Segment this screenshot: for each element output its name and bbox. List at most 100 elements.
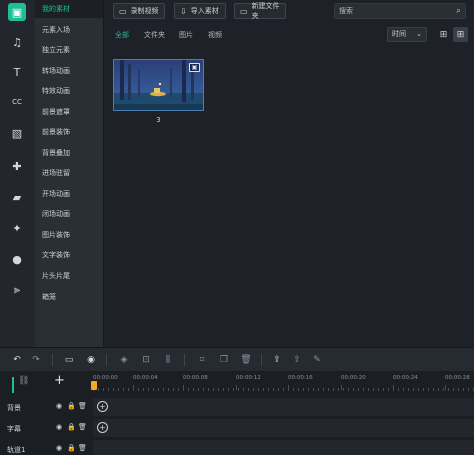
media-thumbnail[interactable]: ▣ xyxy=(113,59,204,111)
filter-icon[interactable]: ▧ xyxy=(8,124,26,142)
menu-item[interactable]: 元素入场 xyxy=(35,21,103,39)
crop-icon[interactable]: ⌗ xyxy=(195,353,209,367)
delete-track-icon[interactable]: 🗑 xyxy=(78,402,87,410)
lock-track-icon[interactable]: ⛓ xyxy=(18,376,29,386)
track-lane[interactable] xyxy=(93,419,474,437)
plugin-icon[interactable]: ✚ xyxy=(8,157,26,175)
keyframe-icon[interactable]: ◈ xyxy=(117,353,131,367)
tab-video[interactable]: 视频 xyxy=(208,30,222,40)
text-icon[interactable]: T xyxy=(8,63,26,81)
undo-icon[interactable]: ↶ xyxy=(10,353,24,367)
record-camera-icon[interactable]: ▭ xyxy=(62,353,76,367)
tab-folder[interactable]: 文件夹 xyxy=(144,30,165,40)
track-background: 背景 ◉ 🔒 🗑 + xyxy=(0,397,474,417)
lock-icon[interactable]: 🔒 xyxy=(67,423,76,431)
split-clip-icon[interactable]: ⫼ xyxy=(161,353,175,367)
folder-plus-icon: ▭ xyxy=(240,6,248,16)
delete-track-icon[interactable]: 🗑 xyxy=(78,423,87,431)
import-media-button[interactable]: ⇩ 导入素材 xyxy=(174,3,226,19)
tick-label: 00:00:08 xyxy=(183,375,208,381)
separator xyxy=(106,354,107,366)
sort-label: 时间 xyxy=(392,30,406,38)
category-menu: 我的素材 元素入场 独立元素 转场动画 特效动画 前景遮罩 前景装饰 背景叠加 … xyxy=(35,0,103,347)
search-placeholder: 搜索 xyxy=(339,7,353,15)
lock-icon[interactable]: 🔒 xyxy=(67,402,76,410)
delete-track-icon[interactable]: 🗑 xyxy=(78,444,87,452)
menu-item[interactable]: 片头片尾 xyxy=(35,267,103,285)
menu-item[interactable]: 特效动画 xyxy=(35,82,103,100)
sort-dropdown[interactable]: 时间 ⌄ xyxy=(387,27,427,42)
time-ruler[interactable]: 00:00:00 00:00:04 00:00:08 00:00:12 00:0… xyxy=(93,371,474,391)
menu-item[interactable]: 前景装饰 xyxy=(35,123,103,141)
add-clip-icon[interactable]: + xyxy=(97,401,108,412)
split-icon[interactable]: ⫸ xyxy=(8,281,26,299)
audio-record-icon[interactable]: ◉ xyxy=(84,353,98,367)
media-panel: ▭ 录制视频 ⇩ 导入素材 ▭ 新建文件夹 搜索 ⌕ 全部 文件夹 图片 视频 … xyxy=(104,0,474,347)
delete-icon[interactable]: 🗑 xyxy=(239,353,253,367)
menu-item[interactable]: 独立元素 xyxy=(35,41,103,59)
music-icon[interactable]: ♫ xyxy=(8,33,26,51)
track-lane[interactable] xyxy=(93,398,474,416)
tick-label: 00:00:00 xyxy=(93,375,118,381)
person-icon[interactable]: ● xyxy=(8,250,26,268)
crop-frame-icon[interactable]: ⊡ xyxy=(139,353,153,367)
menu-item[interactable]: 背景叠加 xyxy=(35,144,103,162)
menu-item[interactable]: 闭场动画 xyxy=(35,205,103,223)
tab-all[interactable]: 全部 xyxy=(115,30,129,40)
export-image-icon[interactable]: ⇪ xyxy=(270,353,284,367)
tab-image[interactable]: 图片 xyxy=(179,30,193,40)
add-track-icon[interactable]: + xyxy=(54,373,65,388)
tick-label: 00:00:04 xyxy=(133,375,158,381)
menu-item[interactable]: 开场动画 xyxy=(35,185,103,203)
chevron-down-icon: ⌄ xyxy=(416,30,422,38)
menu-item-my-media[interactable]: 我的素材 xyxy=(35,0,103,18)
import-media-label: 导入素材 xyxy=(190,7,219,15)
visibility-icon[interactable]: ◉ xyxy=(56,444,62,452)
magic-wand-icon[interactable]: ✦ xyxy=(8,219,26,237)
timeline-marker-icon[interactable] xyxy=(12,377,14,393)
menu-item[interactable]: 图片装饰 xyxy=(35,226,103,244)
media-icon[interactable]: ▣ xyxy=(8,3,26,21)
camera-icon: ▭ xyxy=(119,6,127,16)
import-icon: ⇩ xyxy=(180,6,187,16)
tick-label: 00:00:12 xyxy=(236,375,261,381)
track-label: 字幕 xyxy=(7,425,21,433)
edit-icon[interactable]: ✎ xyxy=(310,353,324,367)
menu-item[interactable]: 进场驻留 xyxy=(35,164,103,182)
menu-item[interactable]: 转场动画 xyxy=(35,62,103,80)
timeline: ⛓ + 00:00:00 00:00:04 00:00:08 00:00:12 … xyxy=(0,371,474,455)
tick-label: 00:00:20 xyxy=(341,375,366,381)
tick-label: 00:00:28 xyxy=(445,375,470,381)
track-lane[interactable] xyxy=(93,440,474,455)
image-type-icon: ▣ xyxy=(189,63,200,72)
new-folder-button[interactable]: ▭ 新建文件夹 xyxy=(234,2,286,20)
add-clip-icon[interactable]: + xyxy=(97,422,108,433)
media-item-label: 3 xyxy=(156,116,161,124)
visibility-icon[interactable]: ◉ xyxy=(56,423,62,431)
icon-rail: ▣ ♫ T CC ▧ ✚ ▰ ✦ ● ⫸ xyxy=(0,0,35,347)
folder-icon[interactable]: ▰ xyxy=(8,188,26,206)
menu-item[interactable]: 文字装饰 xyxy=(35,246,103,264)
menu-item[interactable]: 前景遮罩 xyxy=(35,103,103,121)
grid-view-icon[interactable]: ⊞ xyxy=(436,27,451,42)
track-subtitle: 字幕 ◉ 🔒 🗑 + xyxy=(0,418,474,438)
search-icon[interactable]: ⌕ xyxy=(456,4,461,18)
playhead[interactable] xyxy=(91,381,97,390)
separator xyxy=(184,354,185,366)
redo-icon[interactable]: ↷ xyxy=(29,353,43,367)
tick-label: 00:00:24 xyxy=(393,375,418,381)
menu-item[interactable]: 箱笼 xyxy=(35,288,103,306)
track-1: 轨道1 ◉ 🔒 🗑 xyxy=(0,439,474,455)
upload-icon[interactable]: ⇧ xyxy=(290,353,304,367)
copy-icon[interactable]: ❐ xyxy=(217,353,231,367)
edit-toolbar: ↶ ↷ ▭ ◉ ◈ ⊡ ⫼ ⌗ ❐ 🗑 ⇪ ⇧ ✎ xyxy=(0,347,474,371)
tick-label: 00:00:16 xyxy=(288,375,313,381)
search-input[interactable]: 搜索 ⌕ xyxy=(334,3,466,19)
large-grid-view-icon[interactable]: ⊞ xyxy=(453,27,468,42)
lock-icon[interactable]: 🔒 xyxy=(67,444,76,452)
caption-icon[interactable]: CC xyxy=(8,93,26,111)
track-label: 背景 xyxy=(7,404,21,412)
record-video-button[interactable]: ▭ 录制视频 xyxy=(113,3,165,19)
visibility-icon[interactable]: ◉ xyxy=(56,402,62,410)
timeline-header: ⛓ + xyxy=(0,371,93,393)
